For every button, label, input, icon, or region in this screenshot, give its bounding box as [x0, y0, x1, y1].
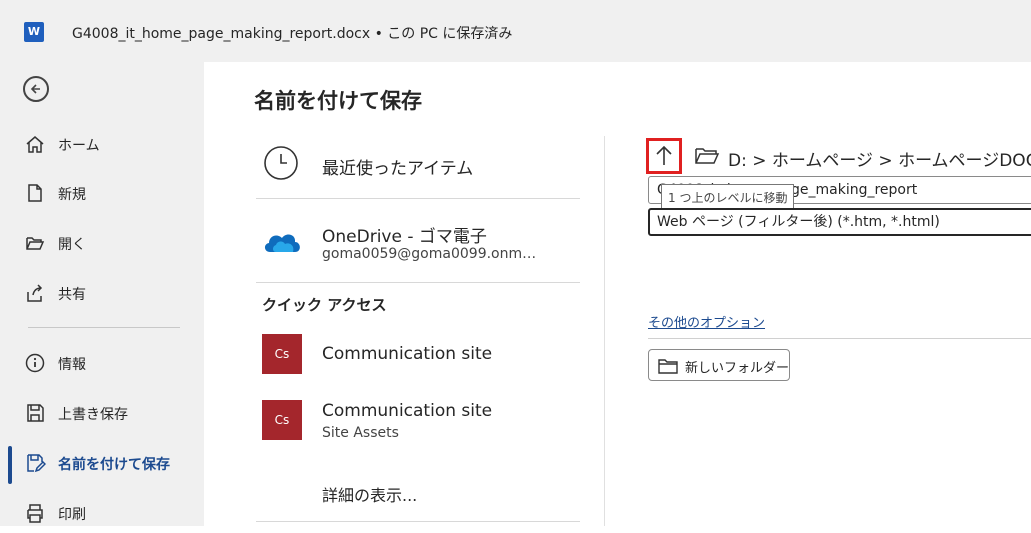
- location-onedrive[interactable]: OneDrive - ゴマ電子 goma0059@goma0099.onm…: [262, 218, 580, 268]
- save-as-panel: 名前を付けて保存 最近使ったアイテム OneDrive - ゴマ電子 goma0…: [204, 62, 1031, 526]
- nav-item-label: 情報: [58, 357, 86, 373]
- nav-item-label: 印刷: [58, 507, 86, 523]
- nav-divider: [28, 327, 180, 328]
- nav-item-print[interactable]: 印刷: [0, 493, 204, 533]
- nav-item-label: 共有: [58, 287, 86, 303]
- nav-item-open[interactable]: 開く: [0, 223, 204, 263]
- back-arrow-icon: [30, 84, 40, 94]
- nav-item-label: 新規: [58, 187, 86, 203]
- quick-access-heading: クイック アクセス: [262, 296, 387, 314]
- folder-icon: [658, 359, 678, 374]
- backstage-nav: ホーム 新規 開く 共有 情報 上書き保存 名前を付けて保存 印刷: [0, 62, 204, 526]
- new-folder-label: 新しいフォルダー: [685, 361, 790, 376]
- separator: [648, 338, 1031, 339]
- folder-open-icon: [24, 232, 46, 254]
- location-label: OneDrive - ゴマ電子: [322, 227, 487, 247]
- nav-item-home[interactable]: ホーム: [0, 124, 204, 164]
- nav-item-label: ホーム: [58, 138, 100, 154]
- document-title: G4008_it_home_page_making_report.docx • …: [72, 26, 513, 42]
- back-button[interactable]: [23, 76, 49, 102]
- clock-icon: [264, 146, 298, 180]
- onedrive-cloud-icon: [264, 234, 300, 252]
- location-communication-site-assets[interactable]: Communication site Site Assets: [262, 400, 580, 444]
- more-options-link[interactable]: その他のオプション: [648, 312, 765, 331]
- onedrive-account: goma0059@goma0099.onm…: [322, 246, 537, 262]
- share-icon: [24, 282, 46, 304]
- new-folder-button[interactable]: 新しいフォルダー: [648, 349, 790, 381]
- save-as-icon: [24, 452, 47, 474]
- word-logo-icon: W: [24, 22, 44, 42]
- nav-item-new[interactable]: 新規: [0, 173, 204, 213]
- arrow-up-icon: [656, 145, 672, 165]
- panel-divider: [604, 136, 605, 526]
- location-communication-site[interactable]: Communication site: [262, 334, 580, 374]
- show-more-link[interactable]: 詳細の表示...: [262, 480, 580, 508]
- location-sublabel: Site Assets: [322, 425, 399, 441]
- separator: [256, 521, 580, 522]
- page-title: 名前を付けて保存: [254, 89, 422, 113]
- nav-item-label: 開く: [58, 237, 86, 253]
- nav-item-share[interactable]: 共有: [0, 273, 204, 313]
- location-recent[interactable]: 最近使ったアイテム: [262, 144, 580, 184]
- location-label: Communication site: [322, 401, 493, 421]
- nav-item-label: 名前を付けて保存: [58, 457, 170, 473]
- breadcrumb-path[interactable]: D: > ホームページ > ホームページDOC: [728, 146, 1031, 171]
- folder-icon: [695, 148, 720, 164]
- print-icon: [24, 502, 46, 524]
- location-label: 最近使ったアイテム: [322, 159, 474, 179]
- nav-item-label: 上書き保存: [58, 407, 128, 423]
- nav-item-info[interactable]: 情報: [0, 343, 204, 383]
- file-type-select[interactable]: Web ページ (フィルター後) (*.htm, *.html): [648, 208, 1031, 236]
- show-more-label: 詳細の表示...: [322, 486, 418, 505]
- nav-item-save-as[interactable]: 名前を付けて保存: [0, 443, 204, 483]
- separator: [256, 198, 580, 199]
- up-one-level-button[interactable]: [646, 138, 682, 174]
- info-icon: [24, 352, 46, 374]
- location-label: Communication site: [322, 344, 493, 364]
- separator: [256, 282, 580, 283]
- home-icon: [24, 133, 46, 155]
- nav-item-save[interactable]: 上書き保存: [0, 393, 204, 433]
- title-bar: W G4008_it_home_page_making_report.docx …: [0, 0, 1031, 63]
- new-document-icon: [24, 182, 46, 204]
- save-icon: [24, 402, 46, 424]
